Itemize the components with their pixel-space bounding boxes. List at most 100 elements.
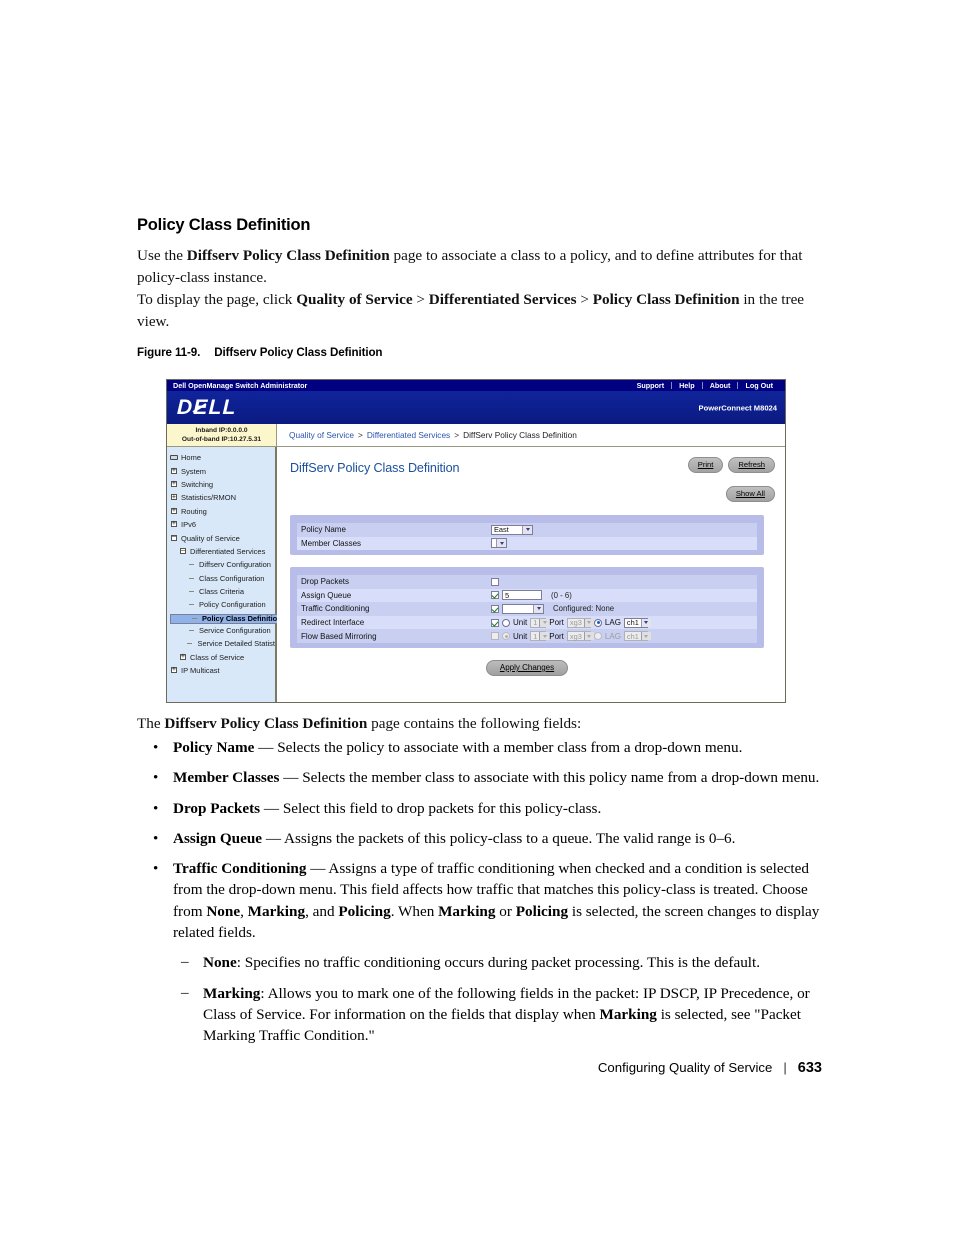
- flow-unit-radio[interactable]: [502, 632, 510, 641]
- assign-queue-label: Assign Queue: [301, 590, 352, 600]
- navigation-tree: Home System Switching Statistics/RMON Routin…: [167, 447, 283, 702]
- tree-item-label: Quality of Service: [181, 533, 240, 543]
- expand-icon[interactable]: [170, 518, 178, 529]
- breadcrumb-sep: >: [358, 430, 363, 440]
- about-link[interactable]: About: [703, 381, 738, 390]
- app-title: Dell OpenManage Switch Administrator: [173, 381, 308, 390]
- flow-port-label: Port: [549, 631, 564, 641]
- redirect-port-select[interactable]: xg3: [566, 617, 594, 628]
- help-link[interactable]: Help: [672, 381, 702, 390]
- collapse-icon[interactable]: [170, 531, 178, 542]
- tree-item-class-criteria[interactable]: Class Criteria: [170, 585, 275, 598]
- policy-name-select[interactable]: East: [491, 524, 533, 535]
- member-classes-select[interactable]: [491, 538, 507, 549]
- assign-queue-input[interactable]: 5: [502, 590, 542, 601]
- redirect-interface-checkbox[interactable]: [491, 618, 499, 627]
- tree-leaf-icon: [188, 561, 196, 569]
- drop-packets-label: Drop Packets: [301, 577, 350, 587]
- app-body: Home System Switching Statistics/RMON Routin…: [167, 447, 785, 702]
- tree-leaf-icon: [191, 615, 199, 623]
- redirect-interface-control: Unit 1 Port xg3 LAG ch1: [491, 617, 651, 628]
- tree-item-class-configuration[interactable]: Class Configuration: [170, 572, 275, 585]
- redirect-lag-radio[interactable]: [593, 618, 602, 627]
- expand-icon[interactable]: [179, 651, 187, 661]
- logout-link[interactable]: Log Out: [738, 381, 780, 390]
- tree-item-differentiated-services[interactable]: Differentiated Services: [170, 545, 275, 558]
- switch-administrator-screenshot: Dell OpenManage Switch Administrator Sup…: [166, 379, 786, 703]
- expand-icon[interactable]: [170, 664, 178, 675]
- redirect-unit-radio[interactable]: [502, 618, 510, 627]
- list-item: • Traffic Conditioning — Assigns a type …: [137, 858, 827, 1046]
- support-link[interactable]: Support: [630, 381, 672, 390]
- sub-term: None: [203, 954, 237, 972]
- bullet-term: Member Classes: [173, 769, 280, 787]
- assign-queue-checkbox[interactable]: [491, 591, 499, 600]
- drop-packets-checkbox[interactable]: [491, 577, 499, 586]
- expand-icon[interactable]: [170, 478, 178, 488]
- tree-item-label: Diffserv Configuration: [199, 560, 271, 570]
- chevron-down-icon: [640, 618, 651, 627]
- apply-changes-button[interactable]: Apply Changes: [485, 659, 569, 676]
- tree-item-label: Service Detailed Statist: [197, 639, 275, 649]
- tree-item-quality-of-service[interactable]: Quality of Service: [170, 531, 275, 544]
- tree-item-service-configuration[interactable]: Service Configuration: [170, 624, 275, 637]
- flow-unit-label: Unit: [513, 631, 528, 641]
- redirect-unit-select[interactable]: 1: [530, 617, 550, 628]
- list-item: • Policy Name — Selects the policy to as…: [137, 737, 827, 758]
- redirect-lag-label: LAG: [604, 618, 621, 628]
- breadcrumb-diffserv[interactable]: Differentiated Services: [367, 430, 450, 440]
- flow-based-mirroring-label: Flow Based Mirroring: [301, 631, 377, 641]
- tree-item-system[interactable]: System: [170, 464, 275, 477]
- traffic-conditioning-checkbox[interactable]: [491, 604, 499, 613]
- nav-b3: Policy Class Definition: [592, 291, 740, 308]
- sub-list-item: – Marking: Allows you to mark one of the…: [173, 983, 827, 1047]
- chevron-down-icon: [539, 618, 550, 627]
- tree-item-diffserv-configuration[interactable]: Diffserv Configuration: [170, 558, 275, 571]
- flow-lag-select[interactable]: ch1: [623, 631, 651, 642]
- flow-mirroring-checkbox[interactable]: [491, 632, 499, 641]
- choice-policing-2: Policing: [515, 902, 569, 920]
- footer-chapter: Configuring Quality of Service: [597, 1060, 773, 1075]
- tree-item-ipv6[interactable]: IPv6: [170, 518, 275, 531]
- toolbar-buttons: Print Refresh: [687, 457, 775, 473]
- tree-item-service-detailed-statist[interactable]: Service Detailed Statist: [170, 637, 275, 650]
- flow-lag-label: LAG: [604, 631, 621, 641]
- tree-item-label: Home: [181, 453, 202, 463]
- refresh-button[interactable]: Refresh: [728, 457, 775, 473]
- breadcrumb-row: Inband IP:0.0.0.0 Out-of-band IP:10.27.5…: [167, 424, 785, 447]
- expand-icon[interactable]: [170, 505, 178, 515]
- traffic-conditioning-row: Traffic Conditioning Configured: None: [297, 602, 757, 616]
- dell-logo: DELL: [176, 396, 238, 419]
- tree-item-class-of-service[interactable]: Class of Service: [170, 650, 275, 663]
- breadcrumb-qos[interactable]: Quality of Service: [289, 430, 354, 440]
- tree-item-statistics-rmon[interactable]: Statistics/RMON: [170, 491, 275, 504]
- flow-port-select[interactable]: xg3: [566, 631, 594, 642]
- nav-pre: To display the page, click: [137, 291, 297, 308]
- tree-item-ip-multicast[interactable]: IP Multicast: [170, 664, 275, 677]
- sep: ,: [240, 902, 248, 920]
- drop-packets-control: [491, 577, 499, 586]
- flow-lag-radio[interactable]: [593, 632, 602, 641]
- tree-item-label: Class of Service: [190, 652, 245, 662]
- tree-item-label: Switching: [181, 479, 214, 489]
- collapse-icon[interactable]: [179, 545, 187, 555]
- expand-icon[interactable]: [170, 492, 178, 502]
- tree-item-routing[interactable]: Routing: [170, 505, 275, 518]
- redirect-lag-select[interactable]: ch1: [623, 617, 651, 628]
- choice-marking-2: Marking: [438, 902, 496, 920]
- print-button[interactable]: Print: [687, 457, 724, 473]
- traffic-conditioning-select[interactable]: [502, 603, 544, 614]
- expand-icon[interactable]: [170, 465, 178, 475]
- tree-item-policy-class-definition[interactable]: Policy Class Definition: [170, 613, 283, 624]
- device-model: PowerConnect M8024: [698, 403, 778, 412]
- tree-item-policy-configuration[interactable]: Policy Configuration: [170, 598, 275, 611]
- member-classes-control: [491, 538, 507, 549]
- list-item: • Member Classes — Selects the member cl…: [137, 767, 827, 788]
- nav-b2: Differentiated Services: [428, 291, 577, 308]
- show-all-button[interactable]: Show All: [725, 486, 775, 502]
- footer-page-number: 633: [797, 1060, 822, 1076]
- tree-item-home[interactable]: Home: [170, 451, 275, 464]
- tree-item-switching[interactable]: Switching: [170, 478, 275, 491]
- inband-ip: Inband IP:0.0.0.0: [195, 427, 248, 434]
- flow-unit-select[interactable]: 1: [530, 631, 550, 642]
